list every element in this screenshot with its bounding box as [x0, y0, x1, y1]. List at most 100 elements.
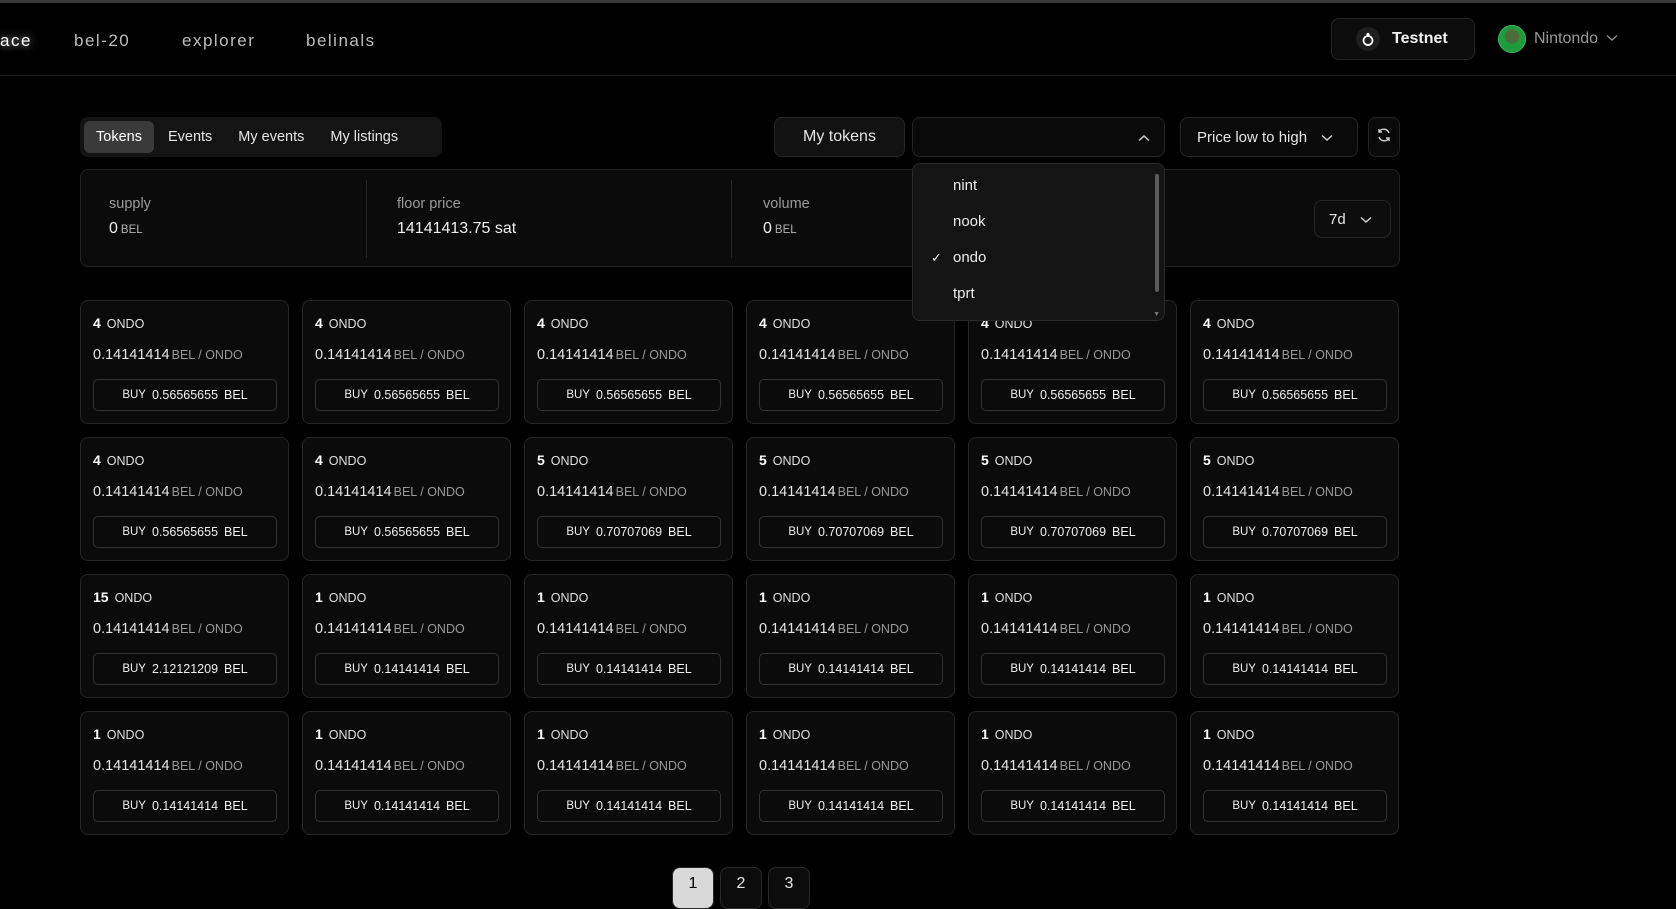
listing-amount: 4 ONDO: [759, 315, 811, 331]
dropdown-option-tprt[interactable]: tprt: [953, 285, 975, 302]
buy-label: BUY: [788, 526, 812, 538]
buy-unit: BEL: [1334, 662, 1358, 676]
nav-item-explorer[interactable]: explorer: [182, 31, 255, 51]
listing-ticker: ONDO: [328, 728, 367, 742]
avatar: [1498, 25, 1526, 53]
buy-button[interactable]: BUY 0.70707069 BEL: [537, 516, 721, 548]
buy-button[interactable]: BUY 0.70707069 BEL: [981, 516, 1165, 548]
page-button-1[interactable]: 1: [672, 867, 714, 909]
listing-price-unit: BEL / ONDO: [1059, 759, 1131, 773]
buy-button[interactable]: BUY 0.14141414 BEL: [537, 653, 721, 685]
buy-button[interactable]: BUY 0.56565655 BEL: [93, 516, 277, 548]
dropdown-option-nint[interactable]: nint: [953, 177, 977, 194]
listing-ticker: ONDO: [1216, 728, 1255, 742]
buy-total: 0.14141414: [1039, 662, 1107, 676]
buy-total: 0.14141414: [151, 799, 219, 813]
buy-label: BUY: [788, 389, 812, 401]
buy-button[interactable]: BUY 0.14141414 BEL: [1203, 790, 1387, 822]
tab-my-listings[interactable]: My listings: [318, 121, 410, 153]
buy-button[interactable]: BUY 0.14141414 BEL: [315, 790, 499, 822]
sort-select[interactable]: Price low to high: [1180, 117, 1358, 157]
period-select[interactable]: 7d: [1314, 200, 1391, 238]
buy-unit: BEL: [890, 662, 914, 676]
buy-unit: BEL: [224, 388, 248, 402]
tab-events[interactable]: Events: [156, 121, 224, 153]
listing-card: 4 ONDO 0.14141414 BEL / ONDO BUY 0.56565655 BE…: [80, 300, 289, 424]
listing-card: 1 ONDO 0.14141414 BEL / ONDO BUY 0.14141414 BE…: [302, 574, 511, 698]
listing-price-unit: BEL / ONDO: [837, 622, 909, 636]
listing-price-unit: BEL / ONDO: [615, 622, 687, 636]
buy-total: 0.56565655: [817, 388, 885, 402]
tab-my-events[interactable]: My events: [226, 121, 316, 153]
buy-button[interactable]: BUY 0.14141414 BEL: [759, 653, 943, 685]
buy-total: 0.14141414: [1261, 662, 1329, 676]
buy-button[interactable]: BUY 0.14141414 BEL: [759, 790, 943, 822]
nav-item-belinals[interactable]: belinals: [306, 31, 376, 51]
buy-button[interactable]: BUY 0.14141414 BEL: [981, 790, 1165, 822]
buy-button[interactable]: BUY 0.56565655 BEL: [1203, 379, 1387, 411]
listing-ticker: ONDO: [106, 317, 145, 331]
buy-unit: BEL: [446, 388, 470, 402]
buy-total: 0.14141414: [595, 799, 663, 813]
page-button-2[interactable]: 2: [720, 867, 762, 909]
buy-button[interactable]: BUY 0.56565655 BEL: [315, 379, 499, 411]
tab-tokens[interactable]: Tokens: [84, 121, 154, 153]
stat-supply: supply 0 BEL: [109, 196, 151, 238]
buy-button[interactable]: BUY 0.14141414 BEL: [981, 653, 1165, 685]
listing-amount: 4 ONDO: [93, 452, 145, 468]
buy-button[interactable]: BUY 0.14141414 BEL: [537, 790, 721, 822]
dropdown-option-nook[interactable]: nook: [953, 213, 986, 230]
listing-card: 5 ONDO 0.14141414 BEL / ONDO BUY 0.70707069 BE…: [524, 437, 733, 561]
listing-price: 0.14141414 BEL / ONDO: [315, 347, 465, 363]
listing-price: 0.14141414 BEL / ONDO: [759, 347, 909, 363]
listing-price-unit: BEL / ONDO: [393, 622, 465, 636]
buy-button[interactable]: BUY 0.14141414 BEL: [1203, 653, 1387, 685]
user-name: Nintondo: [1534, 30, 1599, 47]
stat-label: volume: [763, 196, 810, 212]
listing-ticker: ONDO: [328, 454, 367, 468]
buy-unit: BEL: [890, 525, 914, 539]
buy-button[interactable]: BUY 0.70707069 BEL: [759, 516, 943, 548]
listing-ticker: ONDO: [106, 728, 145, 742]
listing-card: 5 ONDO 0.14141414 BEL / ONDO BUY 0.70707069 BE…: [968, 437, 1177, 561]
dropdown-scrollbar[interactable]: [1155, 174, 1159, 292]
buy-button[interactable]: BUY 0.56565655 BEL: [537, 379, 721, 411]
buy-button[interactable]: BUY 0.14141414 BEL: [315, 653, 499, 685]
buy-label: BUY: [788, 800, 812, 812]
listing-card: 1 ONDO 0.14141414 BEL / ONDO BUY 0.14141414 BE…: [968, 711, 1177, 835]
my-tokens-button[interactable]: My tokens: [774, 117, 905, 157]
buy-label: BUY: [1232, 663, 1256, 675]
scroll-down-icon[interactable]: ▼: [1153, 311, 1160, 318]
user-menu[interactable]: Nintondo: [1498, 25, 1618, 53]
listing-ticker: ONDO: [328, 317, 367, 331]
listing-ticker: ONDO: [550, 728, 589, 742]
buy-label: BUY: [1010, 526, 1034, 538]
buy-button[interactable]: BUY 0.56565655 BEL: [315, 516, 499, 548]
network-button[interactable]: Testnet: [1331, 18, 1475, 60]
buy-unit: BEL: [1112, 799, 1136, 813]
chevron-down-icon: [1360, 211, 1372, 228]
chevron-down-icon: [1321, 129, 1333, 146]
buy-button[interactable]: BUY 0.70707069 BEL: [1203, 516, 1387, 548]
refresh-button[interactable]: [1368, 117, 1400, 157]
buy-unit: BEL: [890, 799, 914, 813]
listing-ticker: ONDO: [550, 317, 589, 331]
buy-label: BUY: [788, 663, 812, 675]
nav-item-bel-20[interactable]: bel-20: [74, 31, 130, 51]
buy-button[interactable]: BUY 0.56565655 BEL: [981, 379, 1165, 411]
token-select[interactable]: [912, 117, 1165, 157]
page-button-3[interactable]: 3: [768, 867, 810, 909]
buy-button[interactable]: BUY 0.56565655 BEL: [759, 379, 943, 411]
listing-card: 5 ONDO 0.14141414 BEL / ONDO BUY 0.70707069 BE…: [1190, 437, 1399, 561]
listing-price-unit: BEL / ONDO: [615, 348, 687, 362]
listing-price-unit: BEL / ONDO: [1281, 622, 1353, 636]
buy-button[interactable]: BUY 0.14141414 BEL: [93, 790, 277, 822]
buy-label: BUY: [122, 526, 146, 538]
listing-card: 4 ONDO 0.14141414 BEL / ONDO BUY 0.56565655 BE…: [302, 300, 511, 424]
buy-button[interactable]: BUY 2.12121209 BEL: [93, 653, 277, 685]
listing-price: 0.14141414 BEL / ONDO: [1203, 347, 1353, 363]
dropdown-option-ondo[interactable]: ondo: [953, 249, 986, 266]
nav-item-marketplace[interactable]: ace: [0, 31, 32, 51]
buy-button[interactable]: BUY 0.56565655 BEL: [93, 379, 277, 411]
listing-price: 0.14141414 BEL / ONDO: [315, 621, 465, 637]
